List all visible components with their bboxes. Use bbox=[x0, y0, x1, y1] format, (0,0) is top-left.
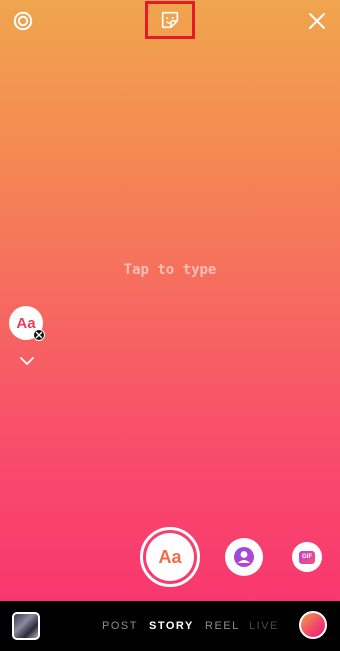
profile-avatar-button[interactable] bbox=[299, 611, 327, 639]
remove-text-style-button[interactable] bbox=[33, 329, 45, 341]
mode-bar: POST STORY REEL LIVE bbox=[0, 601, 340, 651]
create-mode-button[interactable]: Aa bbox=[140, 527, 200, 587]
create-mode-label: Aa bbox=[158, 546, 182, 567]
user-icon bbox=[234, 547, 254, 567]
mode-reel[interactable]: REEL bbox=[205, 620, 240, 632]
mode-post[interactable]: POST bbox=[102, 620, 138, 632]
mention-button[interactable] bbox=[225, 538, 263, 576]
gif-label: GIF bbox=[302, 554, 312, 560]
close-small-icon bbox=[35, 331, 43, 339]
text-style-label: Aa bbox=[16, 314, 36, 332]
gallery-button[interactable] bbox=[12, 612, 40, 640]
story-canvas[interactable] bbox=[0, 0, 340, 601]
gif-button[interactable]: GIF bbox=[292, 542, 322, 572]
mode-story[interactable]: STORY bbox=[149, 620, 194, 632]
mode-live[interactable]: LIVE bbox=[249, 620, 279, 632]
sticker-button[interactable] bbox=[145, 1, 195, 39]
chevron-down-icon bbox=[20, 357, 34, 365]
gear-icon bbox=[13, 11, 33, 31]
tap-to-type-placeholder[interactable]: Tap to type bbox=[0, 262, 340, 278]
close-icon bbox=[309, 13, 325, 29]
create-mode-inner: Aa bbox=[146, 533, 194, 581]
sticker-icon bbox=[161, 11, 179, 29]
settings-button[interactable] bbox=[10, 8, 36, 34]
expand-tools-button[interactable] bbox=[16, 352, 38, 370]
gif-icon: GIF bbox=[299, 550, 315, 564]
close-button[interactable] bbox=[304, 8, 330, 34]
